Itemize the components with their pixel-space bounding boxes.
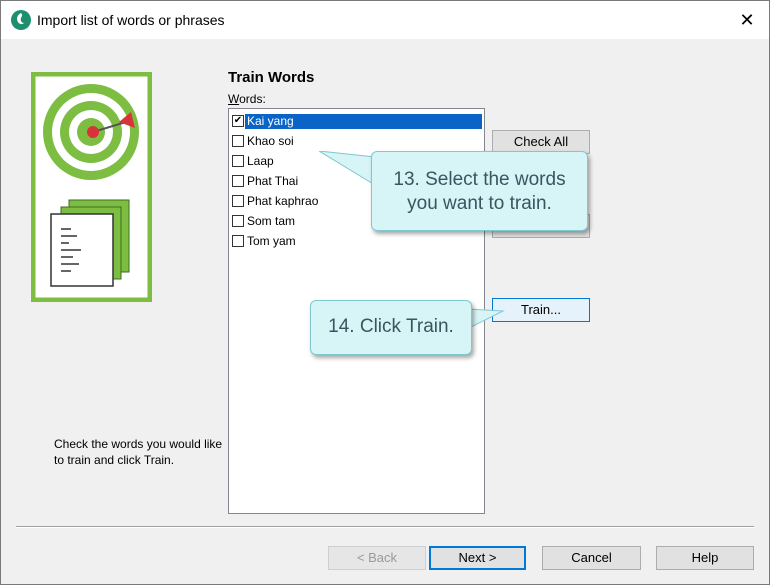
words-label: Words: — [228, 92, 266, 106]
checkbox[interactable] — [232, 235, 244, 247]
callout-select-words: 13. Select the words you want to train. — [371, 151, 588, 231]
instruction-text: Check the words you would like to train … — [54, 437, 223, 467]
list-item[interactable]: Tom yam — [231, 231, 482, 250]
close-icon[interactable]: ✕ — [731, 5, 763, 35]
callout-text: 14. Click Train. — [328, 316, 454, 337]
list-item-label: Phat kaphrao — [247, 194, 319, 208]
list-item-label: Kai yang — [245, 114, 482, 129]
window-title: Import list of words or phrases — [37, 12, 225, 28]
footer-divider — [16, 526, 754, 528]
list-item-label: Phat Thai — [247, 174, 299, 188]
next-button[interactable]: Next > — [429, 546, 526, 570]
checkbox[interactable] — [232, 135, 244, 147]
callout-text: 13. Select the words you want to train. — [393, 169, 566, 214]
dragon-app-icon — [11, 10, 31, 30]
list-item-label: Som tam — [247, 214, 296, 228]
list-item-label: Tom yam — [247, 234, 296, 248]
list-item[interactable]: ✔ Kai yang — [231, 111, 482, 130]
list-item[interactable]: Khao soi — [231, 131, 482, 150]
help-button[interactable]: Help — [656, 546, 754, 570]
dialog-window: Import list of words or phrases ✕ Train … — [0, 0, 770, 585]
callout-pointer — [467, 308, 505, 330]
training-illustration — [31, 72, 152, 302]
section-heading: Train Words — [228, 69, 315, 86]
checkbox[interactable] — [232, 175, 244, 187]
list-item-label: Laap — [247, 154, 274, 168]
documents-icon — [50, 199, 130, 287]
checkbox[interactable]: ✔ — [232, 115, 244, 127]
checkbox[interactable] — [232, 195, 244, 207]
checkbox[interactable] — [232, 155, 244, 167]
target-icon — [43, 84, 139, 180]
list-item-label: Khao soi — [247, 134, 294, 148]
back-button[interactable]: < Back — [328, 546, 426, 570]
callout-pointer — [319, 151, 376, 186]
title-bar: Import list of words or phrases ✕ — [1, 1, 769, 39]
callout-click-train: 14. Click Train. — [310, 300, 472, 355]
cancel-button[interactable]: Cancel — [542, 546, 641, 570]
checkbox[interactable] — [232, 215, 244, 227]
